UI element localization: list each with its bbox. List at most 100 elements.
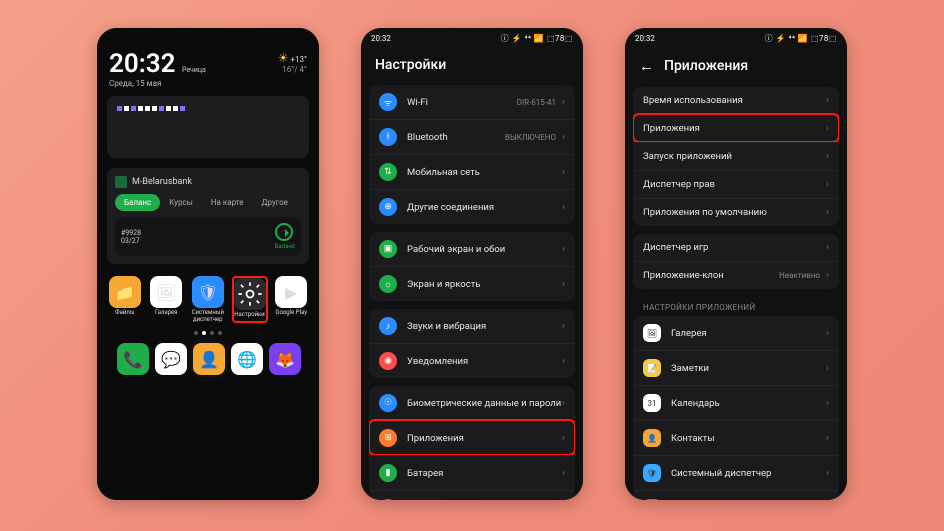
chevron-right-icon: ›	[562, 202, 565, 213]
apps-item[interactable]: Приложения›	[633, 114, 839, 142]
bank-tab-map[interactable]: На карте	[202, 194, 253, 211]
item-label: Время использования	[643, 95, 826, 106]
apps-item[interactable]: Время использования›	[633, 87, 839, 114]
page-title: Настройки	[361, 47, 583, 85]
back-icon[interactable]: ←	[639, 57, 654, 75]
item-label: Контакты	[671, 433, 826, 444]
item-icon: ▣	[379, 240, 397, 258]
settings-item[interactable]: ⊕Другие соединения›	[369, 189, 575, 224]
apps-item[interactable]: Диспетчер прав›	[633, 170, 839, 198]
app-Настройки[interactable]: Настройки	[232, 276, 268, 323]
settings-item[interactable]: ☼Экран и яркость›	[369, 266, 575, 301]
app-icon: 31	[643, 394, 661, 412]
item-icon: ◉	[379, 352, 397, 370]
app-Галерея[interactable]: 🖼Галерея	[149, 276, 185, 323]
page-title: ← Приложения	[625, 47, 847, 87]
chevron-right-icon: ›	[562, 433, 565, 444]
app-icon: 🛡	[643, 464, 661, 482]
chevron-right-icon: ›	[562, 321, 565, 332]
apps-item[interactable]: Запуск приложений›	[633, 142, 839, 170]
refresh-icon[interactable]	[275, 223, 293, 241]
chevron-right-icon: ›	[826, 468, 829, 479]
settings-item[interactable]: ⊞ Приложения›	[369, 420, 575, 455]
app-icon: 🌐	[231, 343, 263, 375]
item-label: Wi-Fi	[407, 97, 517, 108]
app-icon: 📞	[117, 343, 149, 375]
clock-widget[interactable]: 20:32 Речица	[109, 51, 206, 77]
item-label: Системный диспетчер	[671, 468, 826, 479]
app-Файлы[interactable]: 📁Файлы	[107, 276, 143, 323]
settings-item[interactable]: ᚼBluetoothВЫКЛЮЧЕНО›	[369, 119, 575, 154]
item-icon: ⊕	[379, 198, 397, 216]
settings-item[interactable]: ◔Память›	[369, 490, 575, 500]
apps-item[interactable]: Приложения по умолчанию›	[633, 198, 839, 226]
weather-widget[interactable]: ☀ +13° 16°/ 4°	[278, 51, 307, 74]
app-icon	[234, 278, 266, 310]
settings-item[interactable]: ◉Уведомления›	[369, 343, 575, 378]
item-value: Неактивно	[779, 271, 820, 280]
bank-tab-rates[interactable]: Курсы	[160, 194, 202, 211]
item-icon: ᯤ	[379, 93, 397, 111]
app-settings-item[interactable]: 📞Службы Телефона›	[633, 490, 839, 500]
chevron-right-icon: ›	[826, 207, 829, 218]
dock-app[interactable]: 🌐	[231, 343, 263, 377]
app-icon: 💬	[155, 343, 187, 375]
settings-item[interactable]: ᯤWi-FiDIR-615-41›	[369, 85, 575, 119]
settings-item[interactable]: ▮Батарея›	[369, 455, 575, 490]
app-label: Настройки	[234, 312, 266, 319]
chevron-right-icon: ›	[562, 244, 565, 255]
chevron-right-icon: ›	[562, 279, 565, 290]
app-settings-item[interactable]: 🖼Галерея›	[633, 316, 839, 350]
apps-item[interactable]: Диспетчер игр›	[633, 234, 839, 261]
app-settings-item[interactable]: 📝Заметки›	[633, 350, 839, 385]
item-icon: ♪	[379, 317, 397, 335]
balance-label: Баланс	[275, 243, 295, 250]
item-label: Запуск приложений	[643, 151, 826, 162]
settings-item[interactable]: ☉Биометрические данные и пароли›	[369, 386, 575, 420]
item-label: Рабочий экран и обои	[407, 244, 562, 255]
bank-tab-other[interactable]: Другое	[253, 194, 297, 211]
settings-item[interactable]: ♪ Звуки и вибрация›	[369, 309, 575, 343]
app-Системный[interactable]: 🛡Системныйдиспетчер	[190, 276, 226, 323]
app-icon: 👤	[643, 429, 661, 447]
item-icon: ▮	[379, 464, 397, 482]
item-label: Батарея	[407, 468, 562, 479]
app-Google Play[interactable]: ▶Google Play	[274, 276, 310, 323]
card-number: #9928	[121, 229, 141, 237]
item-icon: ⊞	[379, 429, 397, 447]
app-settings-item[interactable]: 31 Календарь›	[633, 385, 839, 420]
chevron-right-icon: ›	[826, 398, 829, 409]
item-label: Приложения	[407, 433, 562, 444]
dock-app[interactable]: 🦊	[269, 343, 301, 377]
settings-item[interactable]: ⇅Мобильная сеть›	[369, 154, 575, 189]
app-label: Google Play	[274, 310, 310, 317]
phone-home: 20:32 ⓘ ⚡ ⁴⁴ 📶 ⬚78⬚ 20:32 Речица Среда, …	[97, 28, 319, 500]
item-label: Биометрические данные и пароли	[407, 398, 562, 409]
app-settings-item[interactable]: 👤Контакты›	[633, 420, 839, 455]
bank-widget[interactable]: M-Belarusbank Баланс Курсы На карте Друг…	[107, 168, 309, 264]
bank-tabs: Баланс Курсы На карте Другое	[115, 194, 301, 211]
item-label: Диспетчер игр	[643, 242, 826, 253]
dock-app[interactable]: 👤	[193, 343, 225, 377]
settings-item[interactable]: ▣ Рабочий экран и обои›	[369, 232, 575, 266]
chevron-right-icon: ›	[826, 123, 829, 134]
chevron-right-icon: ›	[562, 398, 565, 409]
chevron-right-icon: ›	[826, 363, 829, 374]
item-icon: ᚼ	[379, 128, 397, 146]
music-widget[interactable]	[107, 96, 309, 158]
dock-app[interactable]: 📞	[117, 343, 149, 377]
item-label: Календарь	[671, 398, 826, 409]
date-label: Среда, 15 мая	[109, 79, 206, 88]
page-indicator	[107, 331, 309, 335]
item-label: Приложения по умолчанию	[643, 207, 826, 218]
item-label: Звуки и вибрация	[407, 321, 562, 332]
status-bar: 20:32 ⓘ ⚡ ⁴⁴ 📶 ⬚78⬚	[361, 28, 583, 47]
apps-item[interactable]: Приложение-клонНеактивно›	[633, 261, 839, 289]
bank-tab-balance[interactable]: Баланс	[115, 194, 160, 211]
dock-app[interactable]: 💬	[155, 343, 187, 377]
app-settings-item[interactable]: 🛡 Системный диспетчер›	[633, 455, 839, 490]
bank-icon	[115, 176, 127, 188]
chevron-right-icon: ›	[826, 270, 829, 281]
section-label: НАСТРОЙКИ ПРИЛОЖЕНИЙ	[633, 297, 839, 316]
app-label: Системныйдиспетчер	[190, 310, 226, 323]
